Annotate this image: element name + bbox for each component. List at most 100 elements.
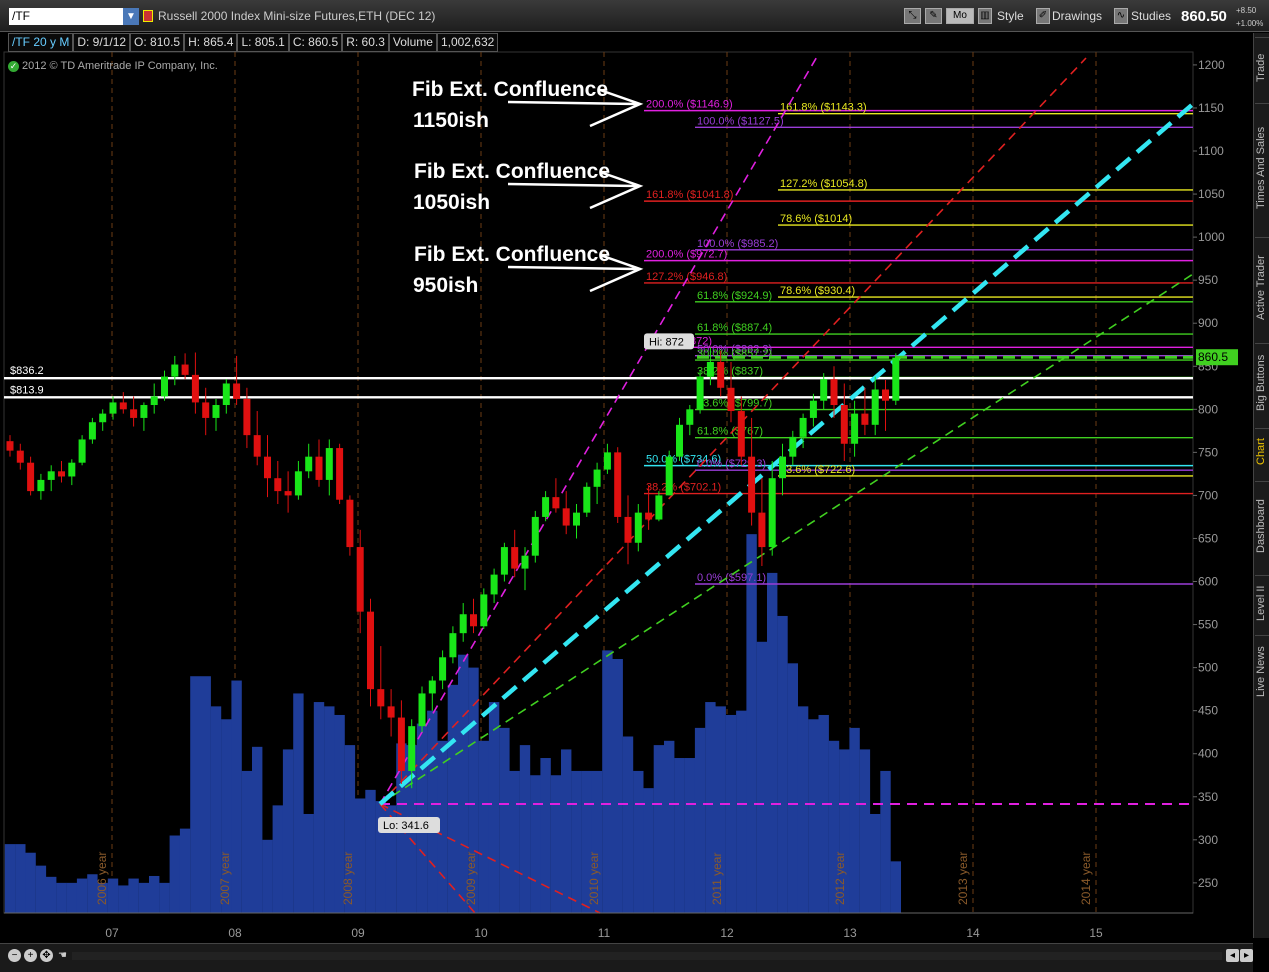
candle-body	[274, 478, 282, 492]
fib-level-label: 61.8% ($924.9)	[697, 290, 772, 302]
volume-bar	[530, 775, 541, 913]
volume-bar	[56, 882, 67, 913]
scroll-left-icon[interactable]: ◂	[1226, 949, 1239, 962]
fib-level-label: 161.8% ($1143.3)	[780, 102, 867, 114]
tab-big-buttons[interactable]: Big Buttons	[1255, 343, 1269, 422]
candle-body	[851, 413, 859, 444]
fib-level-label: 100.0% ($1127.5)	[697, 115, 784, 127]
volume-bar	[612, 659, 623, 913]
time-tick-label: 07	[105, 926, 119, 940]
copyright-text: 2012 © TD Ameritrade IP Company, Inc.	[22, 60, 218, 72]
candle-body	[573, 512, 580, 526]
candle-body	[212, 405, 220, 418]
candle-body	[583, 486, 591, 513]
candle-body	[820, 379, 828, 401]
tda-logo-icon: ✓	[8, 61, 19, 72]
candle-body	[397, 717, 405, 771]
candle-body	[758, 512, 766, 548]
candle-body	[542, 497, 550, 517]
fib-level-label: 161.8% ($1041.8)	[646, 189, 733, 201]
volume-bar	[571, 770, 582, 913]
year-label: 2010 year	[587, 852, 601, 905]
candle-body	[552, 497, 560, 509]
volume-bar	[427, 710, 438, 913]
volume-bar	[890, 861, 901, 913]
info-close: C: 860.5	[288, 33, 343, 52]
volume-bar	[736, 710, 747, 913]
volume-bar	[684, 758, 695, 913]
volume-bar	[262, 839, 273, 913]
side-panel-tabs: Trade Times And Sales Active Trader Big …	[1253, 33, 1269, 938]
fib-level-label: 23.6% ($799.7)	[697, 398, 772, 410]
candle-body	[284, 491, 292, 496]
year-label: 2007 year	[218, 852, 232, 905]
price-tick-label: 800	[1198, 402, 1218, 416]
tab-live-news[interactable]: Live News	[1255, 635, 1269, 708]
pan-icon[interactable]: ✥	[40, 949, 53, 962]
tab-chart[interactable]: Chart	[1255, 428, 1269, 475]
volume-bar	[66, 882, 77, 913]
tab-times-and-sales[interactable]: Times And Sales	[1255, 103, 1269, 232]
volume-bar	[107, 878, 119, 913]
volume-bar	[293, 693, 304, 913]
tab-dashboard[interactable]: Dashboard	[1255, 481, 1269, 570]
time-tick-label: 09	[351, 926, 365, 940]
price-tick-label: 350	[1198, 790, 1218, 804]
year-label: 2008 year	[341, 852, 355, 905]
volume-bar	[870, 813, 881, 913]
candle-body	[294, 471, 302, 496]
price-tick-label: 1200	[1198, 58, 1225, 72]
candle-body	[655, 495, 663, 520]
support-line-label: $813.9	[10, 384, 44, 396]
zoom-in-icon[interactable]: +	[24, 949, 37, 962]
candle-body	[861, 413, 869, 425]
tab-trade[interactable]: Trade	[1255, 37, 1269, 98]
scroll-right-icon[interactable]: ▸	[1240, 949, 1253, 962]
zoom-out-icon[interactable]: −	[8, 949, 21, 962]
time-axis: 07 08 09 10 11 12 13 14 15	[4, 912, 1193, 940]
candle-body	[191, 374, 199, 403]
time-tick-label: 11	[598, 926, 611, 940]
candle-body	[16, 450, 24, 463]
candle-body	[779, 456, 786, 479]
volume-bar	[488, 702, 500, 913]
candle-body	[840, 405, 848, 444]
time-tick-label: 15	[1089, 926, 1103, 940]
info-symbol[interactable]: /TF 20 y M	[8, 33, 74, 52]
candle-body	[789, 436, 797, 457]
candle-body	[521, 555, 529, 569]
candle-body	[150, 396, 158, 406]
high-marker-label: Hi: 872	[649, 336, 684, 348]
time-scrollbar[interactable]	[72, 952, 1222, 960]
candle-body	[171, 364, 179, 377]
volume-bars	[4, 534, 901, 913]
hand-icon[interactable]: ☚	[56, 949, 69, 962]
volume-bar	[519, 745, 531, 913]
candle-body	[68, 462, 76, 477]
tab-level-ii[interactable]: Level II	[1255, 575, 1269, 630]
candle-body	[140, 405, 148, 418]
volume-bar	[859, 749, 871, 913]
candle-body	[500, 547, 508, 575]
candle-body	[624, 516, 632, 543]
candle-body	[130, 409, 138, 418]
candle-body	[27, 462, 35, 492]
tab-active-trader[interactable]: Active Trader	[1255, 237, 1269, 338]
candle-body	[799, 417, 807, 437]
candle-body	[222, 383, 230, 406]
candle-body	[511, 547, 519, 569]
volume-bar	[200, 676, 211, 913]
candle-body	[264, 456, 271, 479]
year-label: 2006 year	[95, 852, 109, 905]
price-tick-label: 1150	[1198, 101, 1224, 115]
candle-body	[645, 512, 653, 520]
candle-body	[449, 633, 457, 658]
fib-level-label: 78.6% ($930.4)	[780, 285, 855, 297]
volume-bar	[149, 875, 160, 913]
price-chart[interactable]: 2006 year 2007 year 2008 year 2009 year 2010…	[0, 0, 1253, 943]
volume-bar	[756, 641, 768, 913]
candle-body	[603, 452, 611, 470]
candle-body	[109, 402, 117, 414]
fib-level-label: 0.0% ($597.1)	[697, 572, 766, 584]
candle-body	[634, 512, 642, 543]
